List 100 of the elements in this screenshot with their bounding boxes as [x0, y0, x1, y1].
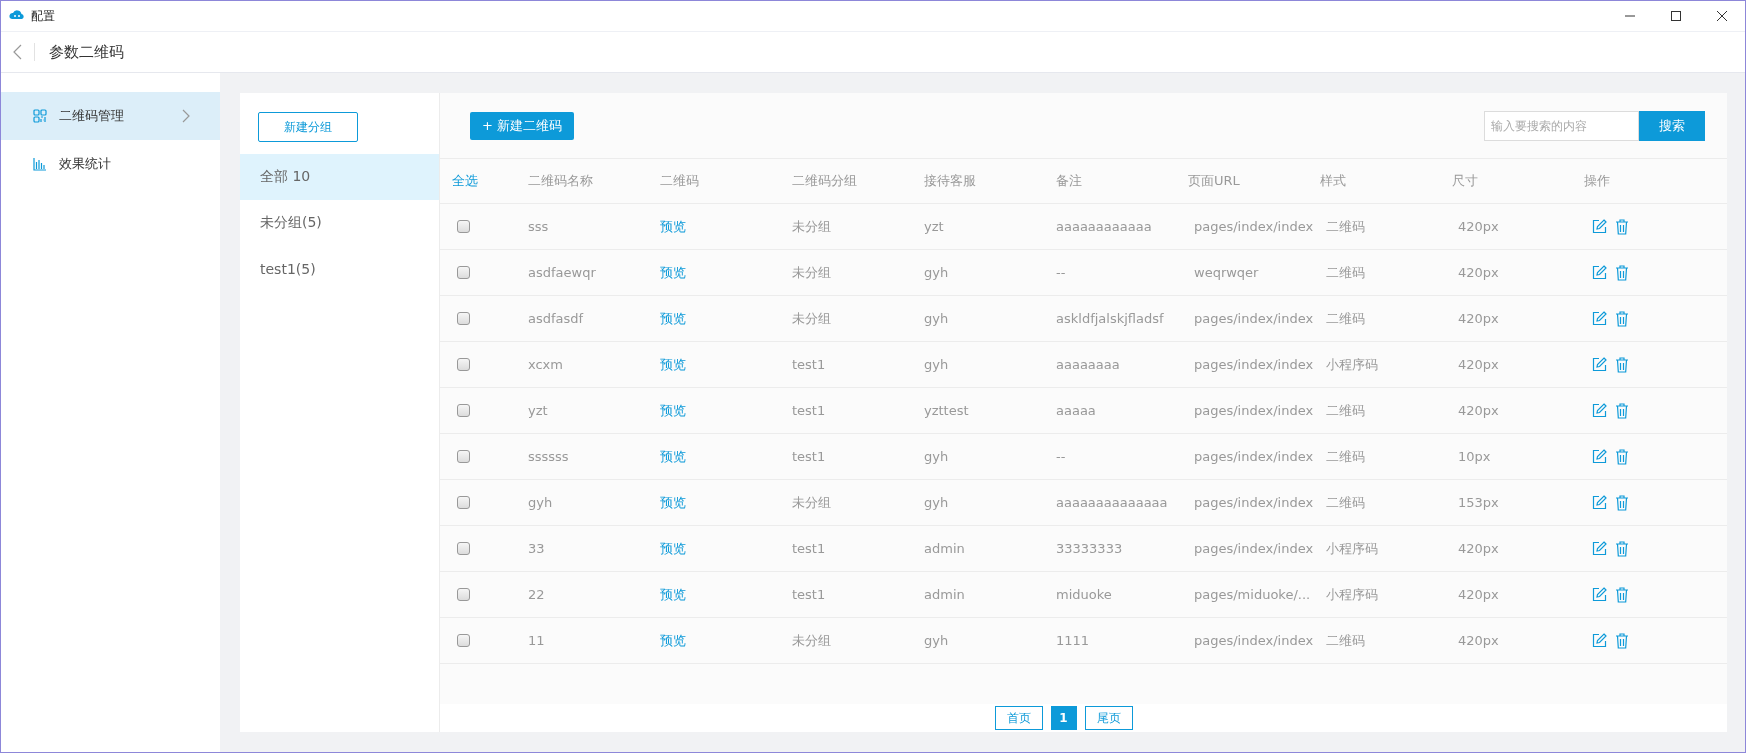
row-checkbox[interactable] [457, 312, 470, 325]
table-cell-text: gyh [924, 633, 950, 648]
row-checkbox[interactable] [457, 220, 470, 233]
sidebar-item[interactable]: 效果统计 [1, 140, 220, 188]
column-header: 二维码名称 [528, 172, 594, 190]
table-cell-text: 420px [1457, 587, 1500, 602]
new-qr-code-button[interactable]: + 新建二维码 [470, 111, 575, 140]
table-cell-text: test1 [792, 357, 827, 372]
trash-icon[interactable] [1615, 310, 1629, 327]
table-cell-text: 420px [1457, 265, 1500, 280]
edit-icon[interactable] [1592, 356, 1607, 373]
table-cell-text: pages/index/index [1193, 219, 1315, 234]
page-button[interactable]: 首页 [994, 706, 1043, 730]
preview-link[interactable]: 预览 [660, 401, 686, 420]
column-header: 二维码分组 [792, 172, 858, 190]
table-cell-text: aaaaaaaa [1056, 357, 1121, 372]
table-cell-text: test1 [792, 587, 827, 602]
table-cell-text: xcxm [528, 357, 564, 372]
table-cell-text: 10px [1457, 449, 1492, 464]
table-cell-text: 二维码 [1325, 493, 1366, 512]
trash-icon[interactable] [1615, 632, 1629, 649]
row-checkbox[interactable] [457, 542, 470, 555]
table-cell-text: ssssss [528, 449, 570, 464]
edit-icon[interactable] [1592, 218, 1607, 235]
table-cell-text: askldfjalskjfladsf [1056, 311, 1165, 326]
select-all-link[interactable]: 全选 [452, 172, 478, 190]
preview-link[interactable]: 预览 [660, 585, 686, 604]
column-header: 接待客服 [924, 172, 977, 190]
group-item[interactable]: test1(5) [240, 246, 439, 292]
table-cell-text: sss [528, 219, 550, 234]
back-button[interactable] [13, 44, 22, 60]
group-item[interactable]: 全部 10 [240, 154, 439, 200]
table-cell-text: 二维码 [1325, 263, 1366, 282]
table-cell-text: pages/index/index [1193, 311, 1315, 326]
qr-code-icon [33, 109, 47, 123]
table-cell-text: pages/index/index [1193, 357, 1315, 372]
trash-icon[interactable] [1615, 356, 1629, 373]
window-title: 配置 [31, 7, 55, 25]
column-header: 备注 [1056, 172, 1083, 190]
preview-link[interactable]: 预览 [660, 217, 686, 236]
trash-icon[interactable] [1615, 448, 1629, 465]
edit-icon[interactable] [1592, 586, 1607, 603]
trash-icon[interactable] [1615, 494, 1629, 511]
table-cell-text: yzt [528, 403, 549, 418]
edit-icon[interactable] [1592, 632, 1607, 649]
new-group-button[interactable]: 新建分组 [258, 112, 358, 142]
edit-icon[interactable] [1592, 540, 1607, 557]
table-cell-text: 420px [1457, 633, 1500, 648]
table-cell-text: test1 [792, 403, 827, 418]
table-cell-text: -- [1056, 449, 1067, 464]
search-button[interactable]: 搜索 [1639, 110, 1705, 141]
table-cell-text: 小程序码 [1325, 539, 1379, 558]
table-cell-text: 420px [1457, 541, 1500, 556]
preview-link[interactable]: 预览 [660, 355, 686, 374]
table-cell-text: 未分组 [792, 263, 832, 282]
trash-icon[interactable] [1615, 218, 1629, 235]
edit-icon[interactable] [1592, 402, 1607, 419]
table-cell-text: 未分组 [792, 217, 832, 236]
close-icon [1717, 11, 1727, 21]
trash-icon[interactable] [1615, 586, 1629, 603]
table-cell-text: gyh [924, 265, 950, 280]
table-cell-text: 未分组 [792, 493, 832, 512]
edit-icon[interactable] [1592, 310, 1607, 327]
preview-link[interactable]: 预览 [660, 447, 686, 466]
table-cell-text: 22 [528, 587, 546, 602]
row-checkbox[interactable] [457, 588, 470, 601]
table-cell-text: gyh [924, 357, 950, 372]
row-checkbox[interactable] [457, 450, 470, 463]
search-field[interactable]: 输入要搜索的内容 [1484, 110, 1639, 141]
row-checkbox[interactable] [457, 358, 470, 371]
table-cell-text: 420px [1457, 311, 1500, 326]
trash-icon[interactable] [1615, 264, 1629, 281]
preview-link[interactable]: 预览 [660, 263, 686, 282]
sidebar-label: 效果统计 [59, 155, 112, 173]
row-checkbox[interactable] [457, 634, 470, 647]
column-header: 页面URL [1188, 172, 1241, 190]
preview-link[interactable]: 预览 [660, 539, 686, 558]
column-header: 尺寸 [1452, 172, 1479, 190]
row-checkbox[interactable] [457, 404, 470, 417]
trash-icon[interactable] [1615, 402, 1629, 419]
table-cell-text: 二维码 [1325, 631, 1366, 650]
group-item[interactable]: 未分组(5) [240, 200, 439, 246]
table-cell-text: pages/index/index [1193, 541, 1315, 556]
table-cell-text: yzt [924, 219, 945, 234]
preview-link[interactable]: 预览 [660, 631, 686, 650]
table-cell-text: test1 [792, 449, 827, 464]
page-button[interactable]: 1 [1050, 706, 1077, 730]
edit-icon[interactable] [1592, 264, 1607, 281]
preview-link[interactable]: 预览 [660, 309, 686, 328]
row-checkbox[interactable] [457, 496, 470, 509]
table-cell-text: pages/index/index [1193, 633, 1315, 648]
row-checkbox[interactable] [457, 266, 470, 279]
preview-link[interactable]: 预览 [660, 493, 686, 512]
table-cell-text: gyh [924, 495, 950, 510]
edit-icon[interactable] [1592, 494, 1607, 511]
edit-icon[interactable] [1592, 448, 1607, 465]
trash-icon[interactable] [1615, 540, 1629, 557]
sidebar-item[interactable]: 二维码管理 [1, 92, 220, 140]
table-cell-text: 11 [528, 633, 546, 648]
page-button[interactable]: 尾页 [1084, 706, 1133, 730]
